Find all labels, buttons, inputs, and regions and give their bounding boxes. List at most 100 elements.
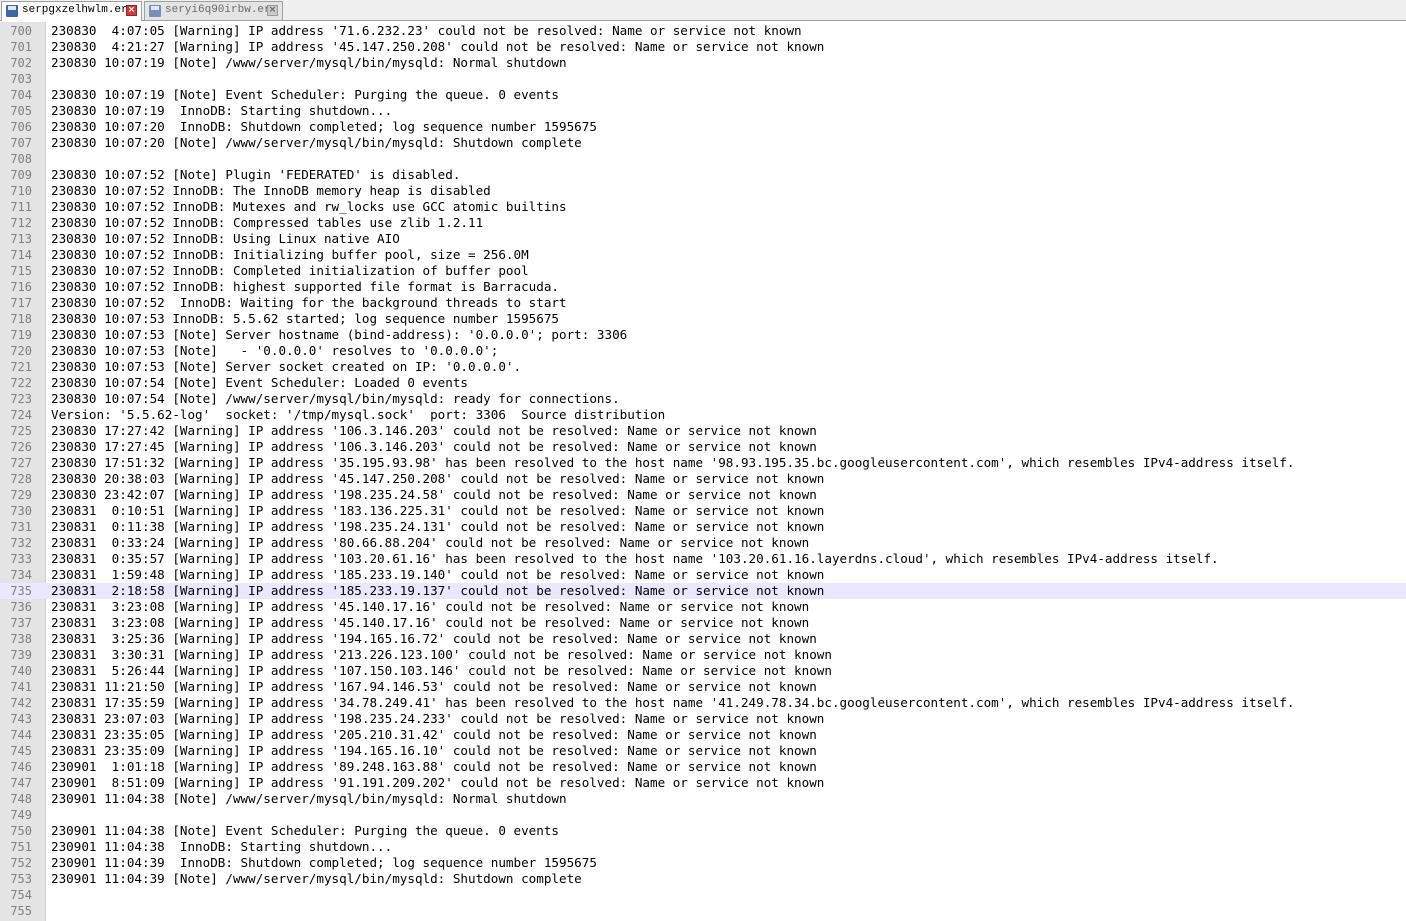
- line-text: 230831 3:23:08 [Warning] IP address '45.…: [51, 599, 810, 614]
- line-text: 230901 11:04:39 InnoDB: Shutdown complet…: [51, 855, 597, 870]
- tab-file-1[interactable]: serpgxzelhwlm.err ×: [1, 1, 142, 21]
- editor-line[interactable]: 753 230901 11:04:39 [Note] /www/server/my…: [0, 871, 1406, 887]
- line-number: 709: [10, 168, 32, 182]
- close-icon[interactable]: ×: [126, 5, 137, 16]
- editor-line[interactable]: 730 230831 0:10:51 [Warning] IP address '…: [0, 503, 1406, 519]
- file-icon: [149, 5, 161, 17]
- line-number: 732: [10, 536, 32, 550]
- editor-line[interactable]: 734 230831 1:59:48 [Warning] IP address '…: [0, 567, 1406, 583]
- line-number: 740: [10, 664, 32, 678]
- editor-line[interactable]: 742 230831 17:35:59 [Warning] IP address …: [0, 695, 1406, 711]
- line-number: 725: [10, 424, 32, 438]
- editor-line[interactable]: 739 230831 3:30:31 [Warning] IP address '…: [0, 647, 1406, 663]
- line-text: 230830 10:07:19 [Note] Event Scheduler: …: [51, 87, 559, 102]
- editor-line[interactable]: 711 230830 10:07:52 InnoDB: Mutexes and r…: [0, 199, 1406, 215]
- line-number: 715: [10, 264, 32, 278]
- editor-line[interactable]: 736 230831 3:23:08 [Warning] IP address '…: [0, 599, 1406, 615]
- editor-line[interactable]: 707 230830 10:07:20 [Note] /www/server/my…: [0, 135, 1406, 151]
- editor-line[interactable]: 715 230830 10:07:52 InnoDB: Completed ini…: [0, 263, 1406, 279]
- line-number: 726: [10, 440, 32, 454]
- editor-line[interactable]: 744 230831 23:35:05 [Warning] IP address …: [0, 727, 1406, 743]
- line-number: 752: [10, 856, 32, 870]
- editor-line[interactable]: 719 230830 10:07:53 [Note] Server hostnam…: [0, 327, 1406, 343]
- editor-line[interactable]: 718 230830 10:07:53 InnoDB: 5.5.62 starte…: [0, 311, 1406, 327]
- editor-line[interactable]: 743 230831 23:07:03 [Warning] IP address …: [0, 711, 1406, 727]
- editor-line[interactable]: 717 230830 10:07:52 InnoDB: Waiting for t…: [0, 295, 1406, 311]
- editor-line[interactable]: 713 230830 10:07:52 InnoDB: Using Linux n…: [0, 231, 1406, 247]
- line-text: 230830 10:07:20 InnoDB: Shutdown complet…: [51, 119, 597, 134]
- editor-line[interactable]: 714 230830 10:07:52 InnoDB: Initializing …: [0, 247, 1406, 263]
- line-number: 706: [10, 120, 32, 134]
- editor-line[interactable]: 746 230901 1:01:18 [Warning] IP address '…: [0, 759, 1406, 775]
- editor-line[interactable]: 710 230830 10:07:52 InnoDB: The InnoDB me…: [0, 183, 1406, 199]
- editor-line[interactable]: 745 230831 23:35:09 [Warning] IP address …: [0, 743, 1406, 759]
- line-text: 230830 10:07:52 InnoDB: The InnoDB memor…: [51, 183, 491, 198]
- editor-line[interactable]: 741 230831 11:21:50 [Warning] IP address …: [0, 679, 1406, 695]
- editor-line[interactable]: 729 230830 23:42:07 [Warning] IP address …: [0, 487, 1406, 503]
- line-number: 716: [10, 280, 32, 294]
- editor-line[interactable]: 721 230830 10:07:53 [Note] Server socket …: [0, 359, 1406, 375]
- editor-line[interactable]: 708: [0, 151, 1406, 167]
- line-text: 230831 3:25:36 [Warning] IP address '194…: [51, 631, 817, 646]
- editor-line[interactable]: 755: [0, 903, 1406, 919]
- editor-line[interactable]: 751 230901 11:04:38 InnoDB: Starting shut…: [0, 839, 1406, 855]
- line-number: 724: [10, 408, 32, 422]
- editor-line[interactable]: 702 230830 10:07:19 [Note] /www/server/my…: [0, 55, 1406, 71]
- line-number: 741: [10, 680, 32, 694]
- editor-line[interactable]: 705 230830 10:07:19 InnoDB: Starting shut…: [0, 103, 1406, 119]
- editor-line[interactable]: 748 230901 11:04:38 [Note] /www/server/my…: [0, 791, 1406, 807]
- editor-line[interactable]: 724 Version: '5.5.62-log' socket: '/tmp/m…: [0, 407, 1406, 423]
- editor-line[interactable]: 754: [0, 887, 1406, 903]
- line-text: 230830 23:42:07 [Warning] IP address '19…: [51, 487, 817, 502]
- line-number: 739: [10, 648, 32, 662]
- editor-line[interactable]: 747 230901 8:51:09 [Warning] IP address '…: [0, 775, 1406, 791]
- editor-line[interactable]: 712 230830 10:07:52 InnoDB: Compressed ta…: [0, 215, 1406, 231]
- editor-line[interactable]: 749: [0, 807, 1406, 823]
- editor-line[interactable]: 725 230830 17:27:42 [Warning] IP address …: [0, 423, 1406, 439]
- line-number: 708: [10, 152, 32, 166]
- line-text: 230831 11:21:50 [Warning] IP address '16…: [51, 679, 817, 694]
- tab-file-2[interactable]: seryi6q90irbw.err ×: [144, 1, 283, 20]
- line-number: 719: [10, 328, 32, 342]
- editor-line[interactable]: 716 230830 10:07:52 InnoDB: highest suppo…: [0, 279, 1406, 295]
- line-text: 230830 10:07:52 InnoDB: Completed initia…: [51, 263, 529, 278]
- line-text: 230830 10:07:52 InnoDB: Mutexes and rw_l…: [51, 199, 567, 214]
- line-number: 720: [10, 344, 32, 358]
- line-number: 754: [10, 888, 32, 902]
- line-number: 714: [10, 248, 32, 262]
- editor-line[interactable]: 723 230830 10:07:54 [Note] /www/server/my…: [0, 391, 1406, 407]
- line-text: 230830 10:07:53 [Note] Server socket cre…: [51, 359, 522, 374]
- file-icon: [6, 5, 18, 17]
- editor-line[interactable]: 737 230831 3:23:08 [Warning] IP address '…: [0, 615, 1406, 631]
- editor-line[interactable]: 706 230830 10:07:20 InnoDB: Shutdown comp…: [0, 119, 1406, 135]
- editor-line[interactable]: 728 230830 20:38:03 [Warning] IP address …: [0, 471, 1406, 487]
- line-text: Version: '5.5.62-log' socket: '/tmp/mysq…: [51, 407, 666, 422]
- line-number: 733: [10, 552, 32, 566]
- line-number: 731: [10, 520, 32, 534]
- close-icon[interactable]: ×: [267, 5, 278, 16]
- editor-line[interactable]: 703: [0, 71, 1406, 87]
- text-editor[interactable]: 700 230830 4:07:05 [Warning] IP address '…: [0, 22, 1406, 921]
- current-line[interactable]: 735 230831 2:18:58 [Warning] IP address '…: [0, 583, 1406, 599]
- line-text: 230831 2:18:58 [Warning] IP address '185…: [51, 583, 825, 598]
- editor-line[interactable]: 704 230830 10:07:19 [Note] Event Schedule…: [0, 87, 1406, 103]
- line-text: 230830 4:21:27 [Warning] IP address '45.…: [51, 39, 825, 54]
- editor-line[interactable]: 727 230830 17:51:32 [Warning] IP address …: [0, 455, 1406, 471]
- editor-line[interactable]: 738 230831 3:25:36 [Warning] IP address '…: [0, 631, 1406, 647]
- line-number: 718: [10, 312, 32, 326]
- editor-line[interactable]: 750 230901 11:04:38 [Note] Event Schedule…: [0, 823, 1406, 839]
- editor-line[interactable]: 700 230830 4:07:05 [Warning] IP address '…: [0, 23, 1406, 39]
- editor-line[interactable]: 701 230830 4:21:27 [Warning] IP address '…: [0, 39, 1406, 55]
- editor-line[interactable]: 731 230831 0:11:38 [Warning] IP address '…: [0, 519, 1406, 535]
- line-number: 723: [10, 392, 32, 406]
- editor-line[interactable]: 709 230830 10:07:52 [Note] Plugin 'FEDERA…: [0, 167, 1406, 183]
- line-number: 755: [10, 904, 32, 918]
- editor-line[interactable]: 732 230831 0:33:24 [Warning] IP address '…: [0, 535, 1406, 551]
- editor-line[interactable]: 722 230830 10:07:54 [Note] Event Schedule…: [0, 375, 1406, 391]
- editor-line[interactable]: 726 230830 17:27:45 [Warning] IP address …: [0, 439, 1406, 455]
- editor-line[interactable]: 720 230830 10:07:53 [Note] - '0.0.0.0' re…: [0, 343, 1406, 359]
- editor-line[interactable]: 740 230831 5:26:44 [Warning] IP address '…: [0, 663, 1406, 679]
- editor-line[interactable]: 752 230901 11:04:39 InnoDB: Shutdown comp…: [0, 855, 1406, 871]
- editor-line[interactable]: 733 230831 0:35:57 [Warning] IP address '…: [0, 551, 1406, 567]
- line-number: 722: [10, 376, 32, 390]
